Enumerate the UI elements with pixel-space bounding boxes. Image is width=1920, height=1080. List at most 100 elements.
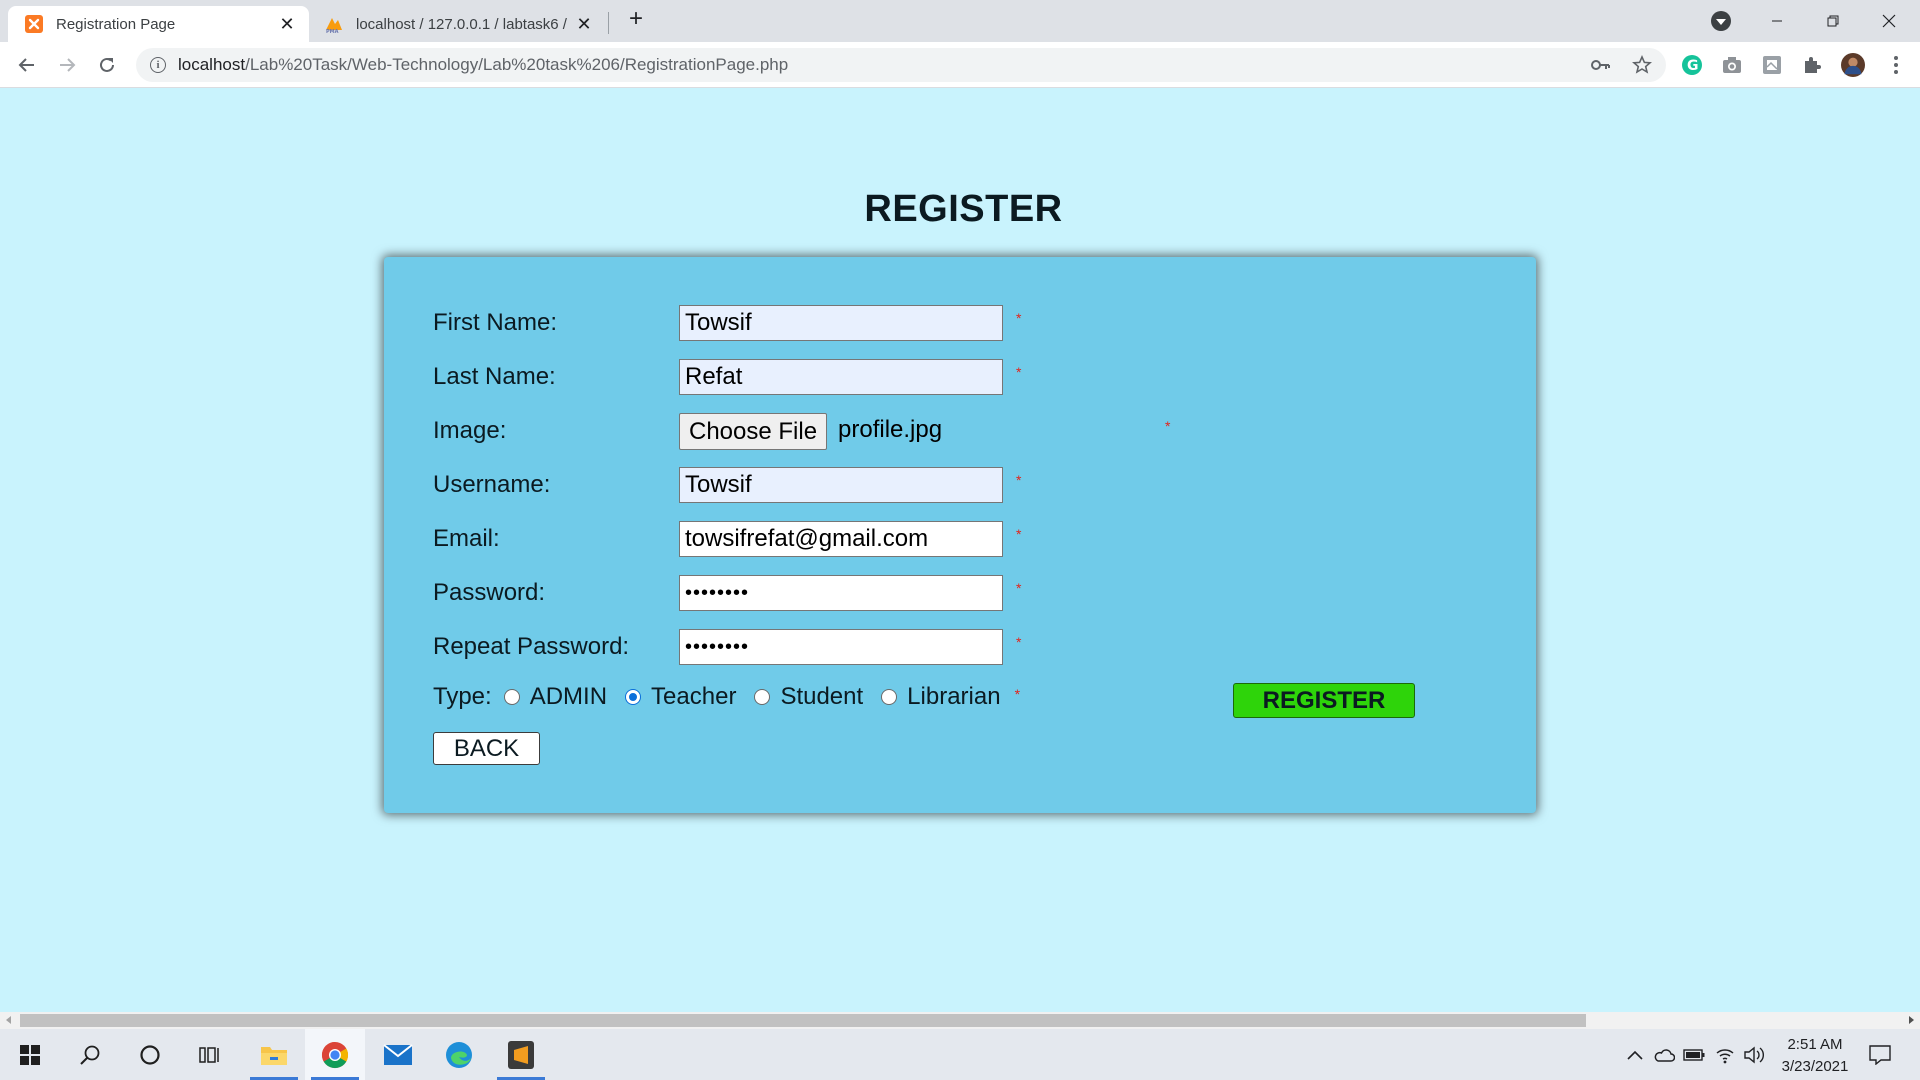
tab-separator [608, 12, 609, 34]
password-input[interactable] [679, 575, 1003, 611]
tab-title: Registration Page [56, 15, 176, 33]
password-row: Password: [433, 575, 679, 611]
required-marker: * [1016, 310, 1022, 326]
registration-form: First Name: * Last Name: * Image: Choose… [384, 257, 1536, 813]
type-radio-teacher[interactable] [625, 689, 642, 705]
profile-avatar[interactable] [1841, 53, 1865, 77]
selected-file-name: profile.jpg [838, 416, 943, 443]
last-name-row: Last Name: [433, 359, 679, 395]
image-row: Image: [433, 413, 679, 449]
type-label: Type: [433, 683, 492, 710]
last-name-label: Last Name: [433, 363, 556, 390]
register-button[interactable]: REGISTER [1233, 683, 1415, 718]
show-hidden-icons-chevron-icon[interactable] [1624, 1044, 1646, 1066]
notifications-icon[interactable] [1869, 1044, 1891, 1066]
username-input[interactable] [679, 467, 1003, 503]
tab-close-icon[interactable]: ✕ [574, 14, 594, 34]
url-path: /Lab%20Task/Web-Technology/Lab%20task%20… [245, 55, 789, 74]
type-option-label: ADMIN [529, 683, 608, 710]
repeat-password-input[interactable] [679, 629, 1003, 665]
volume-icon[interactable] [1743, 1044, 1765, 1066]
password-label: Password: [433, 579, 546, 606]
image-label: Image: [433, 417, 507, 444]
tab-search-dropdown-icon[interactable] [1711, 11, 1731, 31]
type-option-label: Teacher [651, 683, 737, 710]
type-radio-librarian[interactable] [881, 689, 898, 705]
onedrive-cloud-icon[interactable] [1653, 1044, 1675, 1066]
screenshot-extension-icon[interactable] [1760, 53, 1784, 77]
scroll-right-arrow-icon[interactable] [1909, 1016, 1914, 1024]
forward-arrow-icon[interactable] [51, 49, 83, 81]
url-host: localhost [178, 55, 246, 74]
system-clock[interactable]: 2:51 AM 3/23/2021 [1765, 1034, 1865, 1078]
close-window-icon[interactable] [1861, 0, 1917, 42]
scrollbar-thumb[interactable] [20, 1014, 1586, 1027]
clock-time: 2:51 AM [1787, 1036, 1843, 1053]
first-name-label: First Name: [433, 309, 558, 336]
wifi-icon[interactable] [1714, 1044, 1736, 1066]
file-explorer-icon[interactable] [244, 1029, 304, 1080]
svg-text:G: G [1687, 58, 1699, 74]
required-marker: * [1016, 580, 1022, 596]
username-row: Username: [433, 467, 679, 503]
back-button[interactable]: BACK [433, 732, 540, 765]
username-label: Username: [433, 471, 551, 498]
search-icon[interactable] [60, 1029, 120, 1080]
type-radio-admin[interactable] [503, 689, 520, 705]
restore-icon[interactable] [1805, 0, 1861, 42]
key-icon[interactable] [1590, 54, 1612, 76]
task-view-icon[interactable] [180, 1029, 240, 1080]
chrome-taskbar-icon[interactable] [305, 1029, 365, 1080]
browser-toolbar: i localhost/Lab%20Task/Web-Technology/La… [0, 42, 1920, 88]
first-name-row: First Name: [433, 305, 679, 341]
type-radio-group: Type: ADMIN Teacher Student Librarian * [433, 679, 1020, 715]
tab-strip: Registration Page ✕ PMA localhost / 127.… [0, 0, 1920, 42]
xampp-favicon-icon [25, 15, 43, 33]
bookmark-star-icon[interactable] [1631, 54, 1653, 76]
grammarly-icon[interactable]: G [1680, 53, 1704, 77]
extensions-puzzle-icon[interactable] [1800, 53, 1824, 77]
tab-close-icon[interactable]: ✕ [277, 14, 297, 34]
site-info-icon[interactable]: i [150, 57, 166, 73]
new-tab-plus-icon[interactable]: + [624, 7, 648, 32]
tab-phpmyadmin[interactable]: PMA localhost / 127.0.0.1 / labtask6 / ✕ [314, 6, 604, 42]
battery-icon[interactable] [1683, 1044, 1705, 1066]
back-arrow-icon[interactable] [11, 49, 43, 81]
tab-registration-page[interactable]: Registration Page ✕ [8, 6, 309, 42]
svg-text:PMA: PMA [326, 29, 339, 34]
edge-icon[interactable] [429, 1029, 489, 1080]
required-marker: * [1016, 472, 1022, 488]
cortana-icon[interactable] [120, 1029, 180, 1080]
repeat-password-label: Repeat Password: [433, 633, 630, 660]
reload-icon[interactable] [91, 49, 123, 81]
camera-icon[interactable] [1720, 53, 1744, 77]
mail-icon[interactable] [368, 1029, 428, 1080]
address-bar[interactable]: i localhost/Lab%20Task/Web-Technology/La… [136, 48, 1666, 82]
sublime-text-icon[interactable] [491, 1029, 551, 1080]
type-option-label: Librarian [907, 683, 1001, 710]
required-marker: * [1016, 526, 1022, 542]
email-label: Email: [433, 525, 500, 552]
email-row: Email: [433, 521, 679, 557]
required-marker: * [1016, 364, 1022, 380]
clock-date: 3/23/2021 [1781, 1058, 1849, 1075]
required-marker: * [1016, 634, 1022, 650]
required-marker: * [1014, 686, 1021, 702]
email-input[interactable] [679, 521, 1003, 557]
horizontal-scrollbar[interactable] [0, 1012, 1920, 1029]
menu-kebab-icon[interactable] [1884, 53, 1908, 77]
repeat-password-row: Repeat Password: [433, 629, 679, 665]
minimize-icon[interactable] [1749, 0, 1805, 42]
required-marker: * [1165, 418, 1171, 434]
tab-title: localhost / 127.0.0.1 / labtask6 / [356, 15, 567, 33]
type-radio-student[interactable] [754, 689, 771, 705]
page-body: REGISTER First Name: * Last Name: * Imag… [0, 88, 1920, 1012]
page-title: REGISTER [864, 188, 1063, 230]
phpmyadmin-favicon-icon: PMA [326, 18, 342, 34]
scroll-left-arrow-icon[interactable] [6, 1016, 11, 1024]
windows-taskbar: 2:51 AM 3/23/2021 [0, 1029, 1920, 1080]
first-name-input[interactable] [679, 305, 1003, 341]
choose-file-button[interactable]: Choose File [679, 413, 828, 450]
windows-start-icon[interactable] [0, 1029, 60, 1080]
last-name-input[interactable] [679, 359, 1003, 395]
